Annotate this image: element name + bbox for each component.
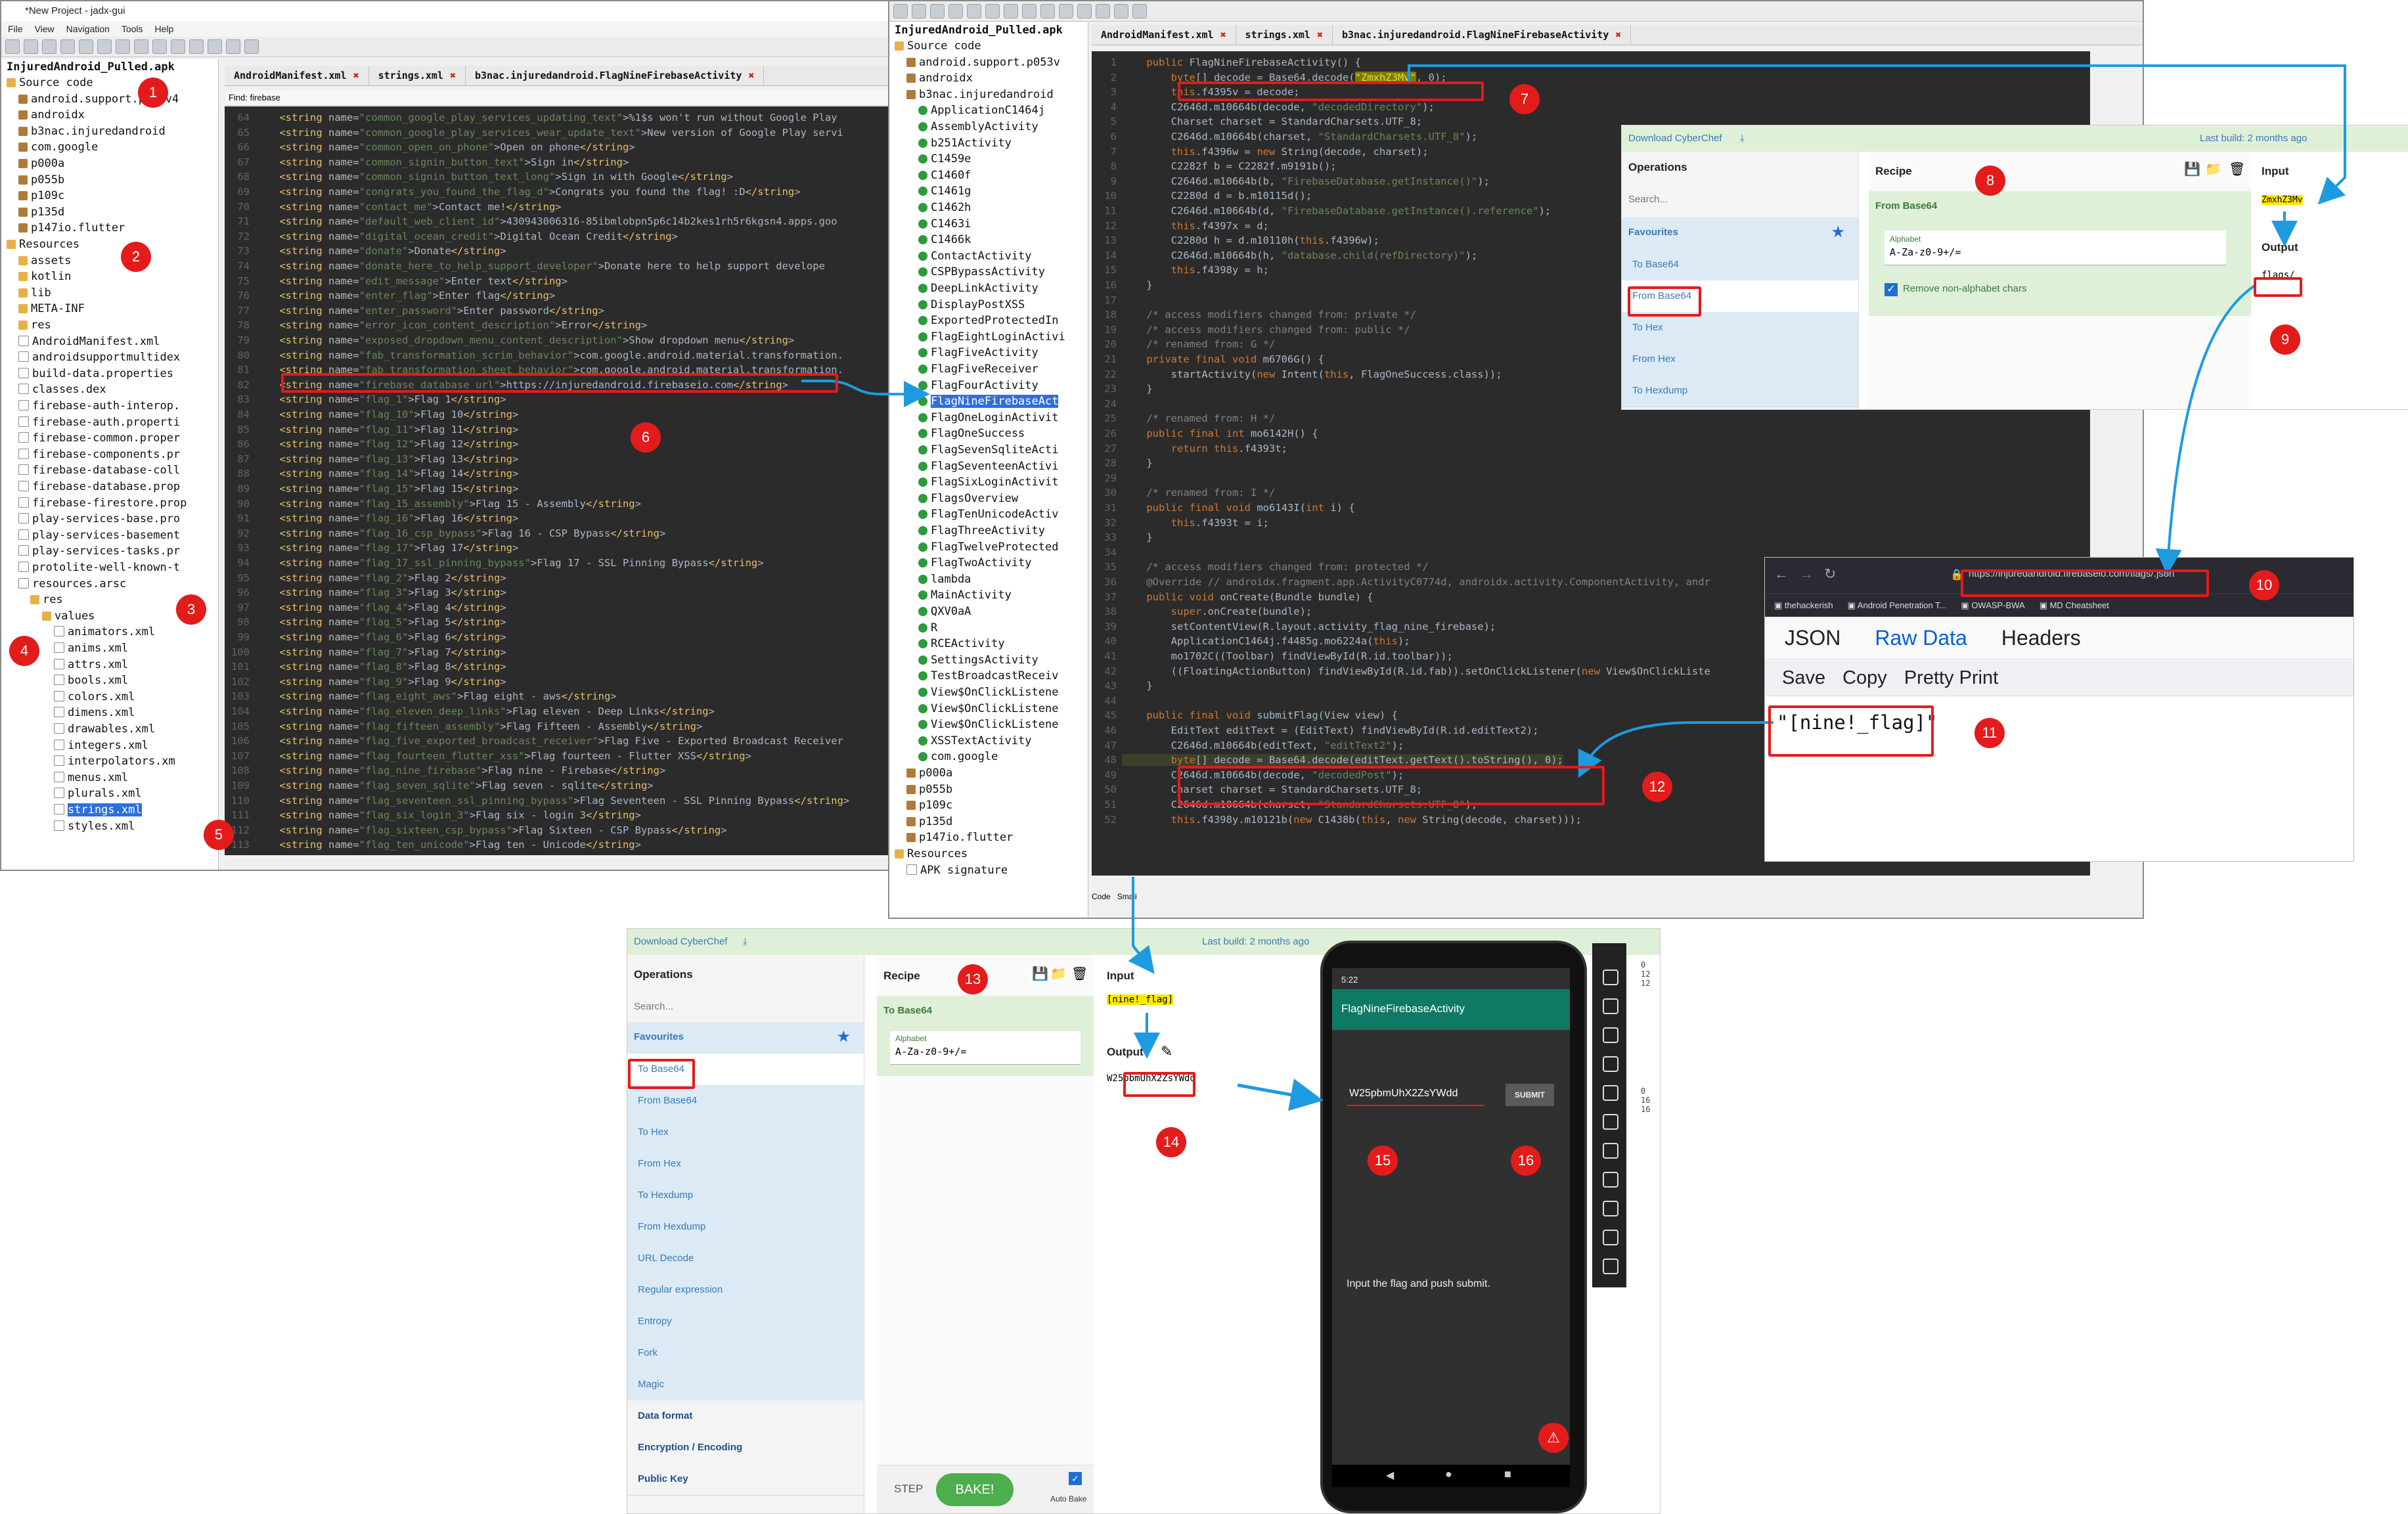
- arrow-14-to-phone: [1237, 1079, 1324, 1111]
- annotation-badge-16: 16: [1511, 1146, 1541, 1176]
- box-base64-decode-2: [1178, 766, 1605, 805]
- box-url: [1961, 569, 2209, 597]
- annotation-badge-5: 5: [204, 820, 234, 850]
- arrow-7-to-input: [1408, 64, 2346, 205]
- annotation-badge-12: 12: [1642, 772, 1672, 802]
- box-json-result: [1768, 705, 1934, 757]
- annotation-badge-15: 15: [1368, 1146, 1398, 1176]
- box-input-value: [2254, 277, 2302, 297]
- annotation-badge-4: 4: [9, 636, 39, 666]
- annotation-badge-10: 10: [2249, 570, 2279, 600]
- annotation-badge-3: 3: [176, 594, 206, 625]
- box-from-base64-op: [1628, 286, 1701, 317]
- arrow-11-to-12: [1578, 721, 1773, 778]
- arrows-overlay: [801, 64, 2346, 1111]
- arrow-9-to-url: [2155, 284, 2257, 575]
- annotation-badge-14: 14: [1156, 1127, 1186, 1157]
- box-output-value: [1123, 1072, 1195, 1097]
- annotation-badge-7: 7: [1509, 84, 1540, 114]
- annotation-badge-11: 11: [1974, 718, 2005, 748]
- annotation-badge-8: 8: [1975, 166, 2005, 196]
- box-firebase-url: [281, 373, 838, 393]
- annotation-badge-2: 2: [121, 242, 151, 272]
- annotation-badge-6: 6: [631, 422, 661, 453]
- arrow-code-to-cc2: [1128, 877, 1155, 974]
- box-to-base64-op: [628, 1059, 695, 1089]
- annotation-badge-9: 9: [2270, 324, 2300, 355]
- box-base64-decode-1: [1178, 81, 1484, 101]
- annotation-badge-13: 13: [958, 964, 988, 994]
- annotation-badge-1: 1: [138, 78, 168, 108]
